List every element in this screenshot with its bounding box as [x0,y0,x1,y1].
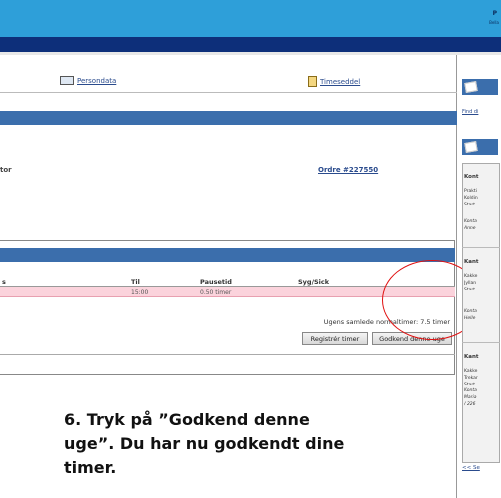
person-card-icon [60,76,74,85]
column-header-pausetid: Pausetid [200,278,232,286]
order-link[interactable]: Ordre #227550 [318,166,378,174]
timesheet-icon [308,76,317,87]
brand-logo: P [492,10,499,17]
list-item[interactable]: Kant Kakke Trekar Start 28-01 [464,347,501,385]
list-item-details: Prakti Koldin Start 15-01 [464,189,478,205]
divider [462,342,500,343]
list-item[interactable]: Kont Prakti Koldin Start 15-01 [464,167,501,205]
list-item-contact: Konta Anne [464,219,477,231]
column-header-til: Til [131,278,140,286]
tab-timeseddel-label: Timeseddel [320,77,361,86]
list-item-contact: Konta Helle [464,309,477,321]
table-cell-til: 15:00 [131,289,149,296]
column-header-syg: Syg/Sick [298,278,330,286]
column-header: s [2,278,6,286]
list-item-details: Kakke Trekar Start 28-01 [464,369,478,385]
instruction-caption: 6. Tryk på ”Godkend denne uge”. Du har n… [64,410,345,477]
section-header-bar [0,111,457,125]
top-banner: P Bella [0,0,501,37]
sidebar-header-bar [462,79,498,95]
list-item-title: Kant [464,354,479,360]
envelope-icon [464,141,478,153]
section-header-bar [0,248,455,262]
divider [0,354,455,355]
find-link[interactable]: Find di [462,109,478,115]
list-item[interactable]: Kant Kakke Jyllan Start 24-01 [464,252,501,290]
envelope-icon [464,81,478,93]
sidebar: Find di Kont Prakti Koldin Start 15-01 K… [460,55,501,498]
list-item-contact: Konta Maria / 226 [464,388,477,407]
nav-bar [0,37,501,52]
tab-persondata-label: Persondata [77,76,117,85]
list-item-details: Kakke Jyllan Start 24-01 [464,274,478,290]
list-item-title: Kont [464,174,479,180]
register-hours-button[interactable]: Registrér timer [302,332,368,345]
list-item-title: Kant [464,259,479,265]
tab-timeseddel[interactable]: Timeseddel [308,76,360,87]
sidebar-header-bar [462,139,498,155]
field-label: tor [0,166,12,174]
table-cell-pausetid: 0.50 timer [200,289,232,296]
divider [0,92,457,93]
tab-persondata[interactable]: Persondata [60,76,116,85]
divider [462,247,500,248]
brand-tagline: Bella [489,20,499,25]
see-more-link[interactable]: << Se [462,465,480,471]
